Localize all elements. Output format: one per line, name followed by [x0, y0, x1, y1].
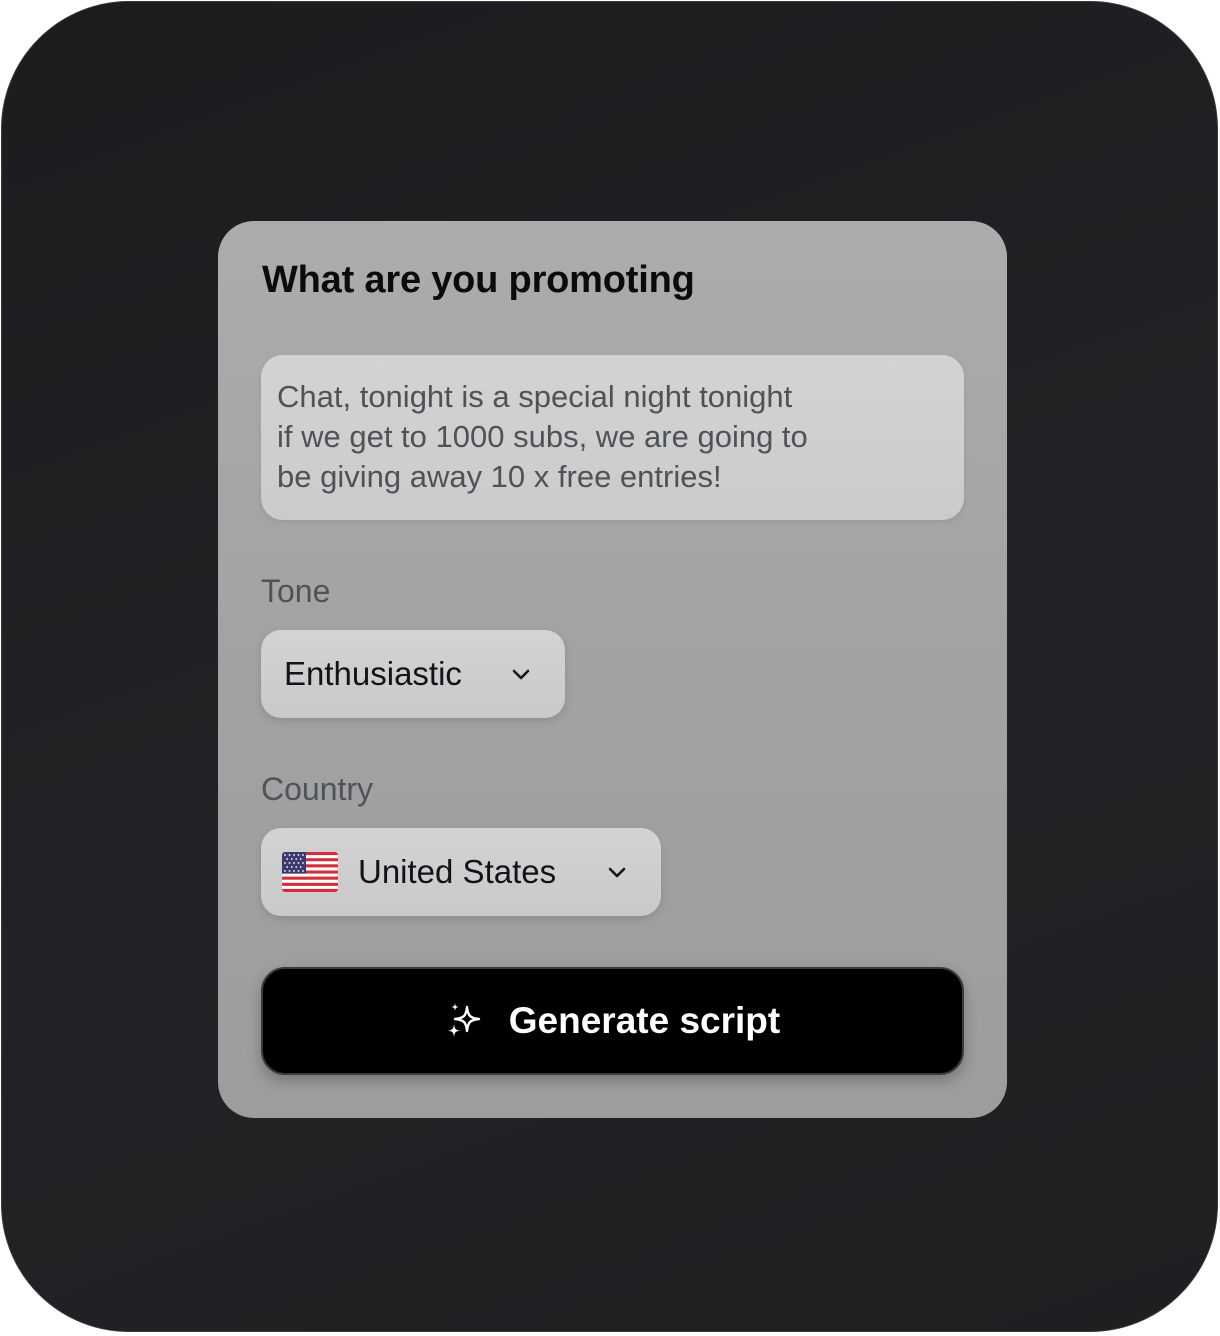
generate-script-label: Generate script — [508, 1000, 781, 1041]
form-heading: What are you promoting — [262, 259, 695, 301]
promotion-textarea[interactable]: Chat, tonight is a special night tonight… — [261, 355, 964, 520]
promotion-form-card: What are you promoting Chat, tonight is … — [218, 221, 1007, 1118]
app-frame: What are you promoting Chat, tonight is … — [1, 1, 1218, 1332]
chevron-down-icon — [608, 867, 626, 878]
tone-select[interactable]: Enthusiastic — [261, 630, 565, 718]
generate-script-button[interactable]: Generate script — [261, 967, 964, 1075]
country-selected-value: United States — [358, 853, 557, 890]
tone-label: Tone — [261, 573, 331, 609]
us-flag-icon — [282, 852, 338, 892]
country-label: Country — [261, 771, 374, 807]
country-select[interactable]: United States — [261, 828, 661, 916]
tone-selected-value: Enthusiastic — [284, 655, 462, 692]
chevron-down-icon — [512, 669, 530, 680]
sparkles-icon — [447, 1003, 480, 1037]
